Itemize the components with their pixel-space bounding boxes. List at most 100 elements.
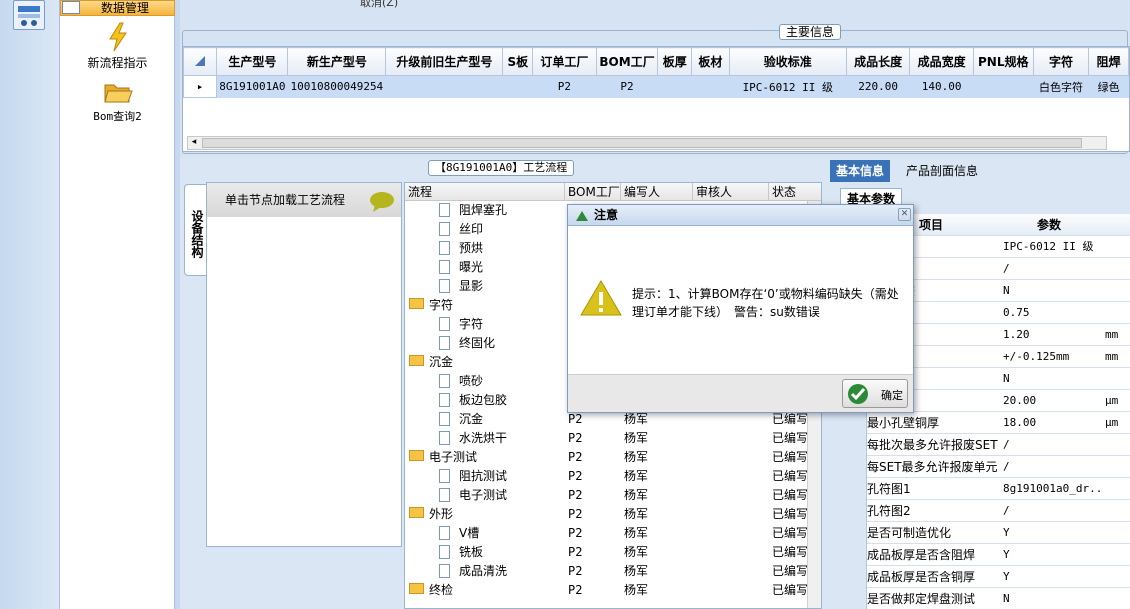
- param-row[interactable]: 孔符图1 8g191001a0_dr...: [867, 478, 1130, 500]
- table-cell[interactable]: 10010800049254: [287, 75, 387, 98]
- column-header[interactable]: 参数: [1037, 214, 1061, 236]
- table-cell[interactable]: [657, 75, 693, 98]
- param-item: 成品板厚是否含阻焊: [867, 548, 976, 562]
- folder-open-icon: [60, 80, 175, 108]
- table-row[interactable]: ▸ 8G191001A0 10010800049254 P2 P2 IPC-60…: [182, 75, 1129, 98]
- param-value: 8g191001a0_dr...: [1003, 482, 1103, 495]
- table-cell[interactable]: 220.00: [845, 75, 911, 98]
- column-header[interactable]: PNL规格: [972, 47, 1034, 76]
- table-cell[interactable]: 绿色: [1088, 75, 1129, 98]
- param-row[interactable]: 是否可制造优化 Y: [867, 522, 1130, 544]
- param-value: +/-0.125mm: [1003, 350, 1070, 363]
- horizontal-scrollbar[interactable]: ◂: [187, 136, 1107, 150]
- tree-group-row[interactable]: ⊟终检P2杨军已编写: [405, 581, 821, 600]
- author: 杨军: [624, 431, 649, 445]
- cancel-fragment[interactable]: 取消(Z): [360, 0, 398, 10]
- column-header[interactable]: 订单工厂: [532, 47, 597, 76]
- tree-row[interactable]: 铣板 P2 杨军 已编写: [405, 543, 821, 562]
- tree-row[interactable]: 阻抗测试 P2 杨军 已编写: [405, 467, 821, 486]
- param-item: 每批次最多允许报废SET: [867, 438, 998, 452]
- column-header[interactable]: 新生产型号: [287, 47, 387, 76]
- author: 杨军: [624, 469, 649, 483]
- param-value: /: [1003, 438, 1010, 451]
- param-item: 每SET最多允许报废单元: [867, 460, 998, 474]
- close-icon[interactable]: ✕: [898, 208, 911, 221]
- tree-group-row[interactable]: ⊟电子测试P2杨军已编写: [405, 448, 821, 467]
- tree-row[interactable]: 水洗烘干 P2 杨军 已编写: [405, 429, 821, 448]
- menu-item-bom-query[interactable]: Bom查询2: [60, 80, 175, 124]
- param-row[interactable]: 最小孔壁铜厚 18.00 μm: [867, 412, 1130, 434]
- table-cell[interactable]: [691, 75, 730, 98]
- status: 已编写: [772, 488, 809, 502]
- author: 杨军: [624, 507, 649, 521]
- scroll-thumb[interactable]: [202, 138, 1082, 148]
- tree-node-label: 喷砂: [459, 374, 484, 388]
- table-cell[interactable]: P2: [595, 75, 659, 98]
- tree-row[interactable]: 电子测试 P2 杨军 已编写: [405, 486, 821, 505]
- tree-group-row[interactable]: ⊟外形P2杨军已编写: [405, 505, 821, 524]
- column-header[interactable]: 状态: [769, 183, 821, 201]
- column-header[interactable]: 审核人: [693, 183, 769, 201]
- tree-header: 流程 BOM工厂 编写人 审核人 状态: [405, 183, 821, 201]
- table-icon: [62, 1, 80, 14]
- column-header[interactable]: 成品长度: [845, 47, 911, 76]
- main-info-title: 主要信息: [779, 24, 842, 40]
- param-row[interactable]: 每批次最多允许报废SET /: [867, 434, 1130, 456]
- table-cell[interactable]: 白色字符: [1032, 75, 1090, 98]
- bom-factory: P2: [568, 507, 583, 521]
- tree-row[interactable]: 成品清洗 P2 杨军 已编写: [405, 562, 821, 581]
- dialog-title: 注意: [568, 205, 913, 226]
- tab-profile-info[interactable]: 产品剖面信息: [900, 160, 984, 182]
- tree-node-label: 阻焊塞孔: [459, 203, 508, 217]
- param-row[interactable]: 每SET最多允许报废单元 /: [867, 456, 1130, 478]
- status: 已编写: [772, 469, 809, 483]
- table-cell[interactable]: IPC-6012 II 级: [728, 75, 847, 98]
- dialog-footer: 确定: [568, 374, 913, 412]
- column-header[interactable]: 项目: [919, 214, 943, 236]
- param-value: N: [1003, 372, 1010, 385]
- column-header[interactable]: 编写人: [621, 183, 693, 201]
- column-header[interactable]: BOM工厂: [595, 47, 659, 76]
- column-header[interactable]: 板厚: [657, 47, 693, 76]
- column-header[interactable]: 升级前旧生产型号: [385, 47, 504, 76]
- tree-node-label: 终固化: [459, 336, 496, 350]
- param-row[interactable]: 孔符图2 /: [867, 500, 1130, 522]
- grid-icon[interactable]: [13, 0, 45, 30]
- status: 已编写: [772, 526, 809, 540]
- table-cell[interactable]: P2: [532, 75, 597, 98]
- lightning-icon: [60, 22, 175, 54]
- column-header[interactable]: S板: [502, 47, 534, 76]
- param-row[interactable]: 成品板厚是否含阻焊 Y: [867, 544, 1130, 566]
- column-header[interactable]: 阻焊: [1088, 47, 1129, 76]
- param-row[interactable]: 成品板厚是否含铜厚 Y: [867, 566, 1130, 588]
- tree-node-label: 电子测试: [429, 450, 478, 464]
- column-header[interactable]: 板材: [691, 47, 730, 76]
- column-header[interactable]: 字符: [1032, 47, 1090, 76]
- param-row[interactable]: 是否做邦定焊盘测试 N: [867, 588, 1130, 609]
- tree-node-label: 外形: [429, 507, 454, 521]
- table-cell[interactable]: 8G191001A0: [216, 75, 289, 98]
- column-header[interactable]: 成品宽度: [909, 47, 974, 76]
- tab-equipment-structure[interactable]: 设备结构: [184, 184, 206, 276]
- param-unit: μm: [1105, 394, 1119, 407]
- tree-row[interactable]: V槽 P2 杨军 已编写: [405, 524, 821, 543]
- status: 已编写: [772, 431, 809, 445]
- column-header[interactable]: 生产型号: [216, 47, 289, 76]
- table-cell[interactable]: 140.00: [909, 75, 974, 98]
- column-header[interactable]: 流程: [405, 183, 565, 201]
- tab-basic-info[interactable]: 基本信息: [830, 160, 891, 182]
- table-cell[interactable]: [972, 75, 1034, 98]
- table-cell[interactable]: [385, 75, 504, 98]
- status: 已编写: [772, 583, 809, 597]
- column-header[interactable]: BOM工厂: [565, 183, 621, 201]
- menu-item-new-flow[interactable]: 新流程指示: [60, 22, 175, 71]
- tree-node-label: 阻抗测试: [459, 469, 508, 483]
- param-value: 18.00: [1003, 416, 1037, 429]
- column-header[interactable]: 验收标准: [728, 47, 847, 76]
- scroll-left-icon[interactable]: ◂: [188, 137, 200, 149]
- param-value: 0.75: [1003, 306, 1030, 319]
- ok-button[interactable]: 确定: [842, 379, 908, 408]
- author: 杨军: [624, 583, 649, 597]
- table-cell[interactable]: [502, 75, 534, 98]
- bom-factory: P2: [568, 488, 583, 502]
